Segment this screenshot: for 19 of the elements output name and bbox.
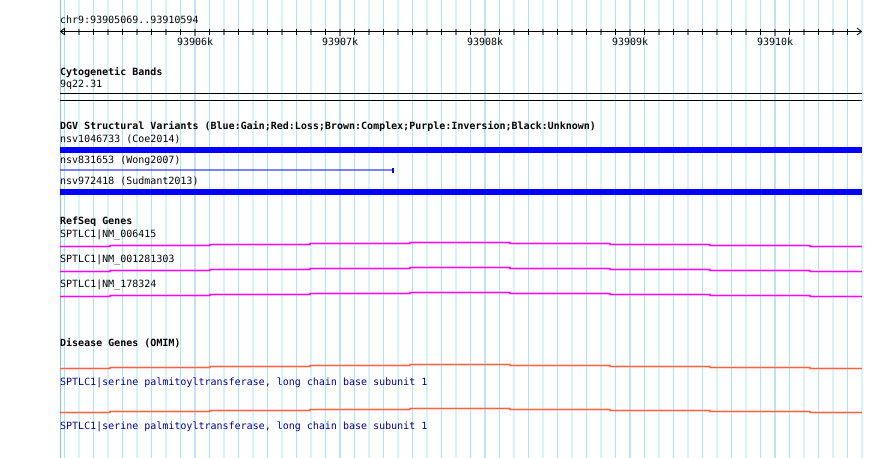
tick-label: 93910k (756, 37, 794, 48)
location-label: chr9:93905069..93910594 (60, 15, 200, 27)
feature-label: 9q22.31 (60, 79, 104, 91)
tick-label: 93909k (612, 37, 648, 48)
feature-label: SPTLC1|serine palmitoyltransferase, long chain base subunit 1 (60, 421, 428, 433)
track-title: DGV Structural Variants (Blue:Gain;Red:Loss;Brown:Complex;Purple:Inversion;Black:Unknown) (60, 121, 597, 133)
feature-label: SPTLC1|serine palmitoyltransferase, long chain base subunit 1 (60, 377, 428, 389)
track-title: Disease Genes (OMIM) (60, 338, 182, 350)
tick-label: 93907k (322, 37, 358, 48)
feature-label: nsv972418 (Sudmant2013) (60, 176, 200, 188)
track-title: Cytogenetic Bands (60, 67, 164, 79)
feature-label: nsv831653 (Wong2007) (60, 155, 182, 167)
tick-label: 93906k (176, 37, 214, 48)
feature-label: nsv1046733 (Coe2014) (60, 134, 182, 146)
feature-label: SPTLC1|NM_178324 (60, 279, 158, 291)
feature-label: SPTLC1|NM_001281303 (60, 254, 176, 266)
feature-label: SPTLC1|NM_006415 (60, 229, 158, 241)
tick-label: 93908k (466, 37, 504, 48)
track-title: RefSeq Genes (60, 216, 134, 228)
